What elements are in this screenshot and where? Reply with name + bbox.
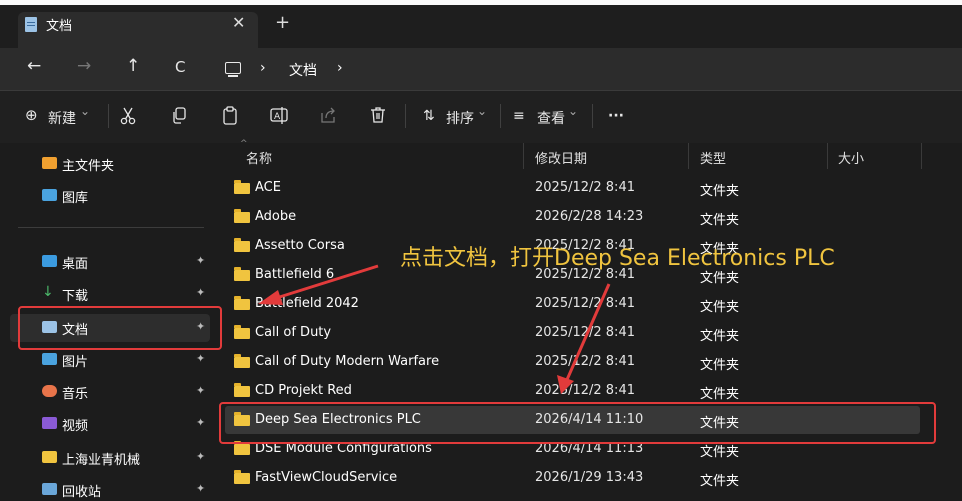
annotation-text: 点击文档，打开Deep Sea Electronics PLC [400, 246, 835, 271]
